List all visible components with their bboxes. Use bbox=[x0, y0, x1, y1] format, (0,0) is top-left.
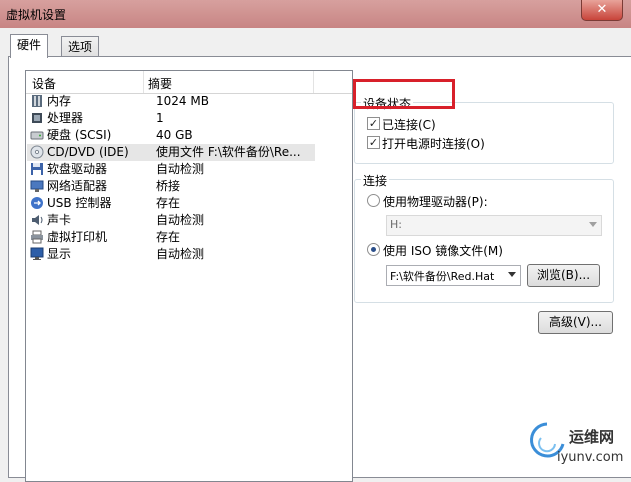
close-button[interactable]: ✕ bbox=[581, 0, 623, 21]
watermark-url: iyunv.com bbox=[557, 450, 624, 465]
connect-at-power-on-label[interactable]: 打开电源时连接(O) bbox=[382, 135, 485, 152]
device-row-network[interactable]: 网络适配器 桥接 bbox=[27, 178, 315, 195]
iso-image-value: F:\软件备份\Red.Hat bbox=[390, 270, 495, 283]
device-row-memory[interactable]: 内存 1024 MB bbox=[27, 93, 315, 110]
column-header-summary[interactable]: 摘要 bbox=[148, 75, 172, 92]
iso-image-radio[interactable] bbox=[367, 243, 380, 256]
monitor-icon bbox=[30, 247, 44, 260]
device-name: 处理器 bbox=[47, 111, 84, 125]
chevron-down-icon bbox=[589, 222, 597, 227]
connected-label[interactable]: 已连接(C) bbox=[382, 116, 436, 133]
window-title: 虚拟机设置 bbox=[6, 8, 67, 22]
close-icon: ✕ bbox=[596, 2, 608, 17]
tab-hardware[interactable]: 硬件 bbox=[10, 34, 49, 58]
printer-icon bbox=[31, 230, 43, 244]
cdrom-icon bbox=[30, 145, 44, 159]
harddisk-icon bbox=[30, 131, 44, 140]
title-bar: 虚拟机设置 ✕ bbox=[0, 0, 631, 28]
advanced-button[interactable]: 高级(V)... bbox=[538, 311, 613, 334]
device-row-usb[interactable]: USB 控制器 存在 bbox=[27, 195, 315, 212]
device-row-sound[interactable]: 声卡 自动检测 bbox=[27, 212, 315, 229]
device-row-printer[interactable]: 虚拟打印机 存在 bbox=[27, 229, 315, 246]
device-summary: 40 GB bbox=[156, 128, 193, 142]
physical-drive-select: H: bbox=[386, 215, 602, 236]
connection-title: 连接 bbox=[361, 172, 390, 189]
dialog-body: 硬件 选项 设备 摘要 内存 1024 MB 处理器 1 硬盘 (SCSI) 4… bbox=[0, 28, 631, 482]
processor-icon bbox=[32, 113, 42, 123]
device-summary: 自动检测 bbox=[156, 247, 205, 261]
column-header-device[interactable]: 设备 bbox=[32, 75, 56, 92]
tab-page: 设备 摘要 内存 1024 MB 处理器 1 硬盘 (SCSI) 40 GB C… bbox=[8, 56, 631, 482]
device-summary: 存在 bbox=[156, 230, 181, 244]
watermark-text: 运维网 bbox=[569, 428, 615, 446]
device-name: 虚拟打印机 bbox=[47, 230, 108, 244]
device-name: 声卡 bbox=[47, 213, 72, 227]
connected-checkbox[interactable]: ✓ bbox=[367, 117, 380, 130]
device-name: 内存 bbox=[47, 94, 72, 108]
device-summary: 使用文件 F:\软件备份\Re... bbox=[156, 145, 301, 159]
device-row-cdrom[interactable]: CD/DVD (IDE) 使用文件 F:\软件备份\Re... bbox=[27, 144, 315, 161]
physical-drive-value: H: bbox=[390, 218, 402, 231]
device-summary: 桥接 bbox=[156, 179, 181, 193]
memory-icon bbox=[32, 95, 42, 107]
device-name: USB 控制器 bbox=[47, 196, 112, 210]
tab-hardware-label: 硬件 bbox=[17, 38, 42, 52]
device-summary: 存在 bbox=[156, 196, 181, 210]
device-summary: 自动检测 bbox=[156, 162, 205, 176]
device-name: 硬盘 (SCSI) bbox=[47, 128, 112, 142]
device-row-display[interactable]: 显示 自动检测 bbox=[27, 246, 315, 263]
device-summary: 1 bbox=[156, 111, 164, 125]
highlight-box bbox=[353, 79, 455, 109]
browse-button[interactable]: 浏览(B)... bbox=[527, 264, 600, 287]
floppy-icon bbox=[31, 163, 43, 175]
speaker-icon bbox=[32, 215, 43, 225]
device-name: CD/DVD (IDE) bbox=[47, 145, 129, 159]
connect-at-power-on-checkbox[interactable]: ✓ bbox=[367, 136, 380, 149]
physical-drive-label[interactable]: 使用物理驱动器(P): bbox=[383, 193, 488, 210]
device-list-header: 设备 摘要 bbox=[26, 71, 352, 94]
tab-options-label: 选项 bbox=[68, 40, 93, 54]
device-row-harddisk[interactable]: 硬盘 (SCSI) 40 GB bbox=[27, 127, 315, 144]
device-summary: 1024 MB bbox=[156, 94, 209, 108]
device-name: 网络适配器 bbox=[47, 179, 108, 193]
iso-image-select[interactable]: F:\软件备份\Red.Hat bbox=[386, 265, 521, 286]
tab-options[interactable]: 选项 bbox=[61, 36, 100, 57]
device-summary: 自动检测 bbox=[156, 213, 205, 227]
device-row-floppy[interactable]: 软盘驱动器 自动检测 bbox=[27, 161, 315, 178]
iso-image-label[interactable]: 使用 ISO 镜像文件(M) bbox=[383, 242, 503, 259]
watermark: 运维网 iyunv.com bbox=[527, 420, 627, 470]
device-list[interactable]: 设备 摘要 内存 1024 MB 处理器 1 硬盘 (SCSI) 40 GB C… bbox=[25, 70, 353, 482]
usb-icon bbox=[31, 197, 43, 209]
physical-drive-radio[interactable] bbox=[367, 194, 380, 207]
network-icon bbox=[30, 180, 44, 192]
device-name: 显示 bbox=[47, 247, 72, 261]
chevron-down-icon bbox=[508, 272, 516, 277]
device-row-processor[interactable]: 处理器 1 bbox=[27, 110, 315, 127]
device-name: 软盘驱动器 bbox=[47, 162, 108, 176]
